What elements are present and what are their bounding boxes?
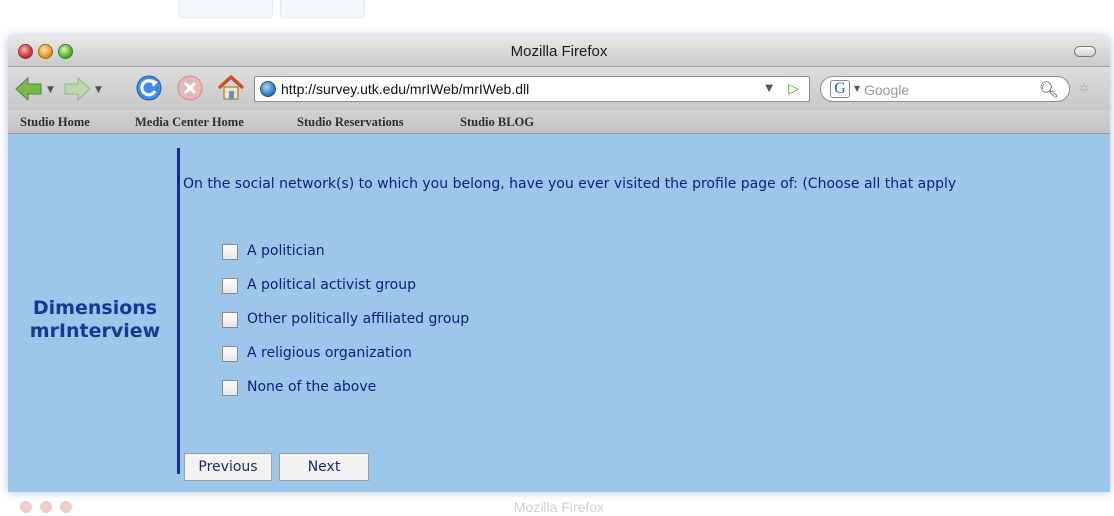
checkbox[interactable]: [222, 244, 238, 260]
previous-button[interactable]: Previous: [184, 453, 272, 481]
checkbox[interactable]: [222, 346, 238, 362]
bookmark-studio-blog[interactable]: Studio BLOG: [460, 115, 534, 130]
survey-brand: Dimensions mrInterview: [16, 297, 174, 343]
go-arrow-icon[interactable]: ▷: [788, 81, 799, 97]
brand-line-dimensions: Dimensions: [32, 297, 158, 319]
window-reflection: Mozilla Firefox: [8, 492, 1110, 516]
bookmark-studio-reservations[interactable]: Studio Reservations: [297, 115, 404, 130]
stop-icon[interactable]: [176, 74, 204, 102]
title-bar: Mozilla Firefox: [8, 36, 1110, 67]
checkbox[interactable]: [222, 380, 238, 396]
option-label[interactable]: A politician: [247, 243, 325, 259]
bookmark-media-center-home[interactable]: Media Center Home: [135, 115, 244, 130]
next-button[interactable]: Next: [279, 453, 369, 481]
background-tabs: [178, 0, 378, 20]
option-label[interactable]: A political activist group: [247, 277, 416, 293]
activity-throbber-icon: ✲: [1078, 81, 1090, 97]
brand-line-mrinterview: mrInterview: [29, 320, 161, 342]
url-history-caret-icon[interactable]: ▼: [765, 83, 773, 94]
search-engine-icon[interactable]: G: [830, 80, 850, 98]
search-input[interactable]: Google: [864, 82, 909, 98]
option-label[interactable]: A religious organization: [247, 345, 412, 361]
background-tab: [280, 0, 365, 18]
home-icon[interactable]: [216, 73, 246, 103]
back-history-caret-icon[interactable]: ▼: [47, 85, 54, 95]
back-arrow-icon[interactable]: [14, 76, 44, 102]
browser-window: Mozilla Firefox ▼ ▼ http://survey.utk.ed…: [8, 36, 1110, 492]
forward-history-caret-icon[interactable]: ▼: [95, 85, 102, 95]
reflection-title: Mozilla Firefox: [513, 499, 605, 515]
forward-arrow-icon[interactable]: [62, 76, 92, 102]
bookmarks-toolbar: Studio Home Media Center Home Studio Res…: [8, 110, 1110, 134]
url-text[interactable]: http://survey.utk.edu/mrIWeb/mrIWeb.dll: [281, 81, 529, 97]
window-title: Mozilla Firefox: [510, 43, 608, 60]
site-globe-icon: [260, 81, 276, 97]
navigation-toolbar: ▼ ▼ http://survey.utk.edu/mrIWeb/mrIWeb.…: [8, 67, 1110, 110]
background-tab: [178, 0, 273, 18]
magnifier-search-icon[interactable]: 🔍︎: [1039, 80, 1059, 99]
search-bar[interactable]: G ▼ Google 🔍︎: [820, 76, 1070, 102]
vertical-divider: [177, 148, 180, 474]
survey-question: On the social network(s) to which you be…: [183, 176, 957, 192]
reload-icon[interactable]: [134, 73, 164, 103]
url-bar[interactable]: http://survey.utk.edu/mrIWeb/mrIWeb.dll …: [254, 76, 810, 102]
option-label[interactable]: None of the above: [247, 379, 376, 395]
checkbox[interactable]: [222, 278, 238, 294]
survey-page: Dimensions mrInterview On the social net…: [8, 134, 1110, 492]
search-engine-caret-icon[interactable]: ▼: [854, 84, 860, 93]
checkbox[interactable]: [222, 312, 238, 328]
option-label[interactable]: Other politically affiliated group: [247, 311, 469, 327]
toolbar-toggle-button[interactable]: [1074, 46, 1096, 57]
bookmark-studio-home[interactable]: Studio Home: [20, 115, 90, 130]
